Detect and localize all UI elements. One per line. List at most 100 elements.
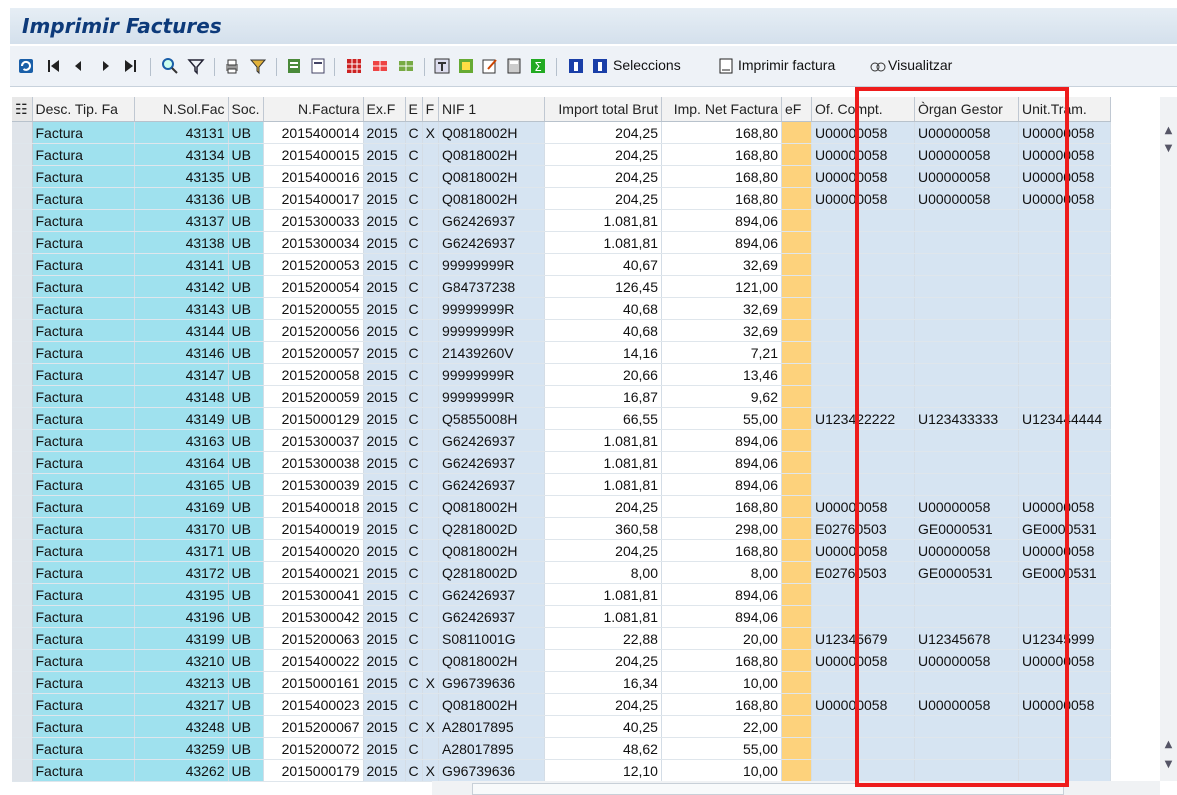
table-cell[interactable]: 22,88 [544, 627, 662, 650]
table-row[interactable]: Factura 43147 UB 2015200058 2015 C 99999999R 20… [12, 363, 1111, 386]
table-cell[interactable]: UB [228, 715, 264, 738]
table-cell[interactable] [1018, 473, 1111, 496]
table-cell[interactable]: 21439260V [438, 341, 545, 364]
table-cell[interactable]: Factura [32, 495, 135, 518]
table-cell[interactable]: 2015 [363, 429, 406, 452]
table-cell[interactable] [422, 583, 439, 606]
table-cell[interactable]: X [422, 121, 439, 144]
table-cell[interactable]: 2015 [363, 143, 406, 166]
table-row[interactable]: Factura 43217 UB 2015400023 2015 C Q0818002H 20… [12, 693, 1111, 716]
table-cell[interactable]: UB [228, 121, 264, 144]
row-selector[interactable] [12, 561, 33, 584]
table-cell[interactable]: Factura [32, 759, 135, 782]
table-cell[interactable] [781, 253, 812, 276]
table-cell[interactable]: U123444444 [1018, 407, 1111, 430]
table-cell[interactable]: U00000058 [914, 187, 1019, 210]
table-cell[interactable]: U00000058 [811, 539, 915, 562]
subtotal-icon[interactable] [432, 56, 452, 76]
table-row[interactable]: Factura 43199 UB 2015200063 2015 C S0811001G 22… [12, 627, 1111, 650]
table-cell[interactable]: Q0818002H [438, 539, 545, 562]
table-cell[interactable]: G62426937 [438, 583, 545, 606]
table-cell[interactable]: C [405, 693, 423, 716]
table-cell[interactable]: 99999999R [438, 297, 545, 320]
table-cell[interactable]: 2015 [363, 715, 406, 738]
table-cell[interactable]: UB [228, 605, 264, 628]
table-cell[interactable]: Q0818002H [438, 143, 545, 166]
table-cell[interactable] [1018, 583, 1111, 606]
table-cell[interactable]: 2015 [363, 121, 406, 144]
table-cell[interactable]: 2015400022 [263, 649, 364, 672]
table-cell[interactable] [1018, 671, 1111, 694]
table-cell[interactable]: 168,80 [661, 121, 782, 144]
column-header[interactable]: NIF 1 [438, 97, 545, 122]
column-header[interactable]: E [405, 97, 423, 122]
table-cell[interactable] [781, 671, 812, 694]
last-page-icon[interactable] [120, 56, 140, 76]
table-row[interactable]: Factura 43248 UB 2015200067 2015 C X A28017895 4… [12, 715, 1111, 738]
table-cell[interactable]: UB [228, 517, 264, 540]
table-cell[interactable]: C [405, 561, 423, 584]
table-cell[interactable] [781, 429, 812, 452]
table-row[interactable]: Factura 43195 UB 2015300041 2015 C G62426937 1.… [12, 583, 1111, 606]
table-cell[interactable] [1018, 319, 1111, 342]
table-cell[interactable]: U00000058 [811, 187, 915, 210]
table-cell[interactable]: U00000058 [914, 121, 1019, 144]
row-selector[interactable] [12, 275, 33, 298]
table-row[interactable]: Factura 43141 UB 2015200053 2015 C 99999999R 40… [12, 253, 1111, 276]
sum-icon[interactable]: Σ [528, 56, 548, 76]
table-cell[interactable] [781, 627, 812, 650]
table-cell[interactable] [422, 297, 439, 320]
table-cell[interactable] [781, 385, 812, 408]
table-cell[interactable]: 2015000161 [263, 671, 364, 694]
edit-icon[interactable] [480, 56, 500, 76]
table-cell[interactable]: U00000058 [914, 649, 1019, 672]
table-row[interactable]: Factura 43149 UB 2015000129 2015 C Q5855008H 66… [12, 407, 1111, 430]
row-selector[interactable] [12, 671, 33, 694]
table-cell[interactable] [1018, 231, 1111, 254]
table-cell[interactable]: C [405, 341, 423, 364]
table-cell[interactable] [781, 583, 812, 606]
table-cell[interactable] [811, 341, 915, 364]
table-cell[interactable]: 43199 [134, 627, 229, 650]
table-row[interactable]: Factura 43137 UB 2015300033 2015 C G62426937 1.… [12, 209, 1111, 232]
table-cell[interactable]: 43213 [134, 671, 229, 694]
table-cell[interactable]: 168,80 [661, 143, 782, 166]
table-cell[interactable] [1018, 715, 1111, 738]
table-cell[interactable] [811, 605, 915, 628]
table-cell[interactable] [781, 231, 812, 254]
table-row[interactable]: Factura 43165 UB 2015300039 2015 C G62426937 1.… [12, 473, 1111, 496]
table-cell[interactable] [1018, 363, 1111, 386]
table-cell[interactable] [811, 473, 915, 496]
table-cell[interactable]: C [405, 363, 423, 386]
table-cell[interactable]: 2015300038 [263, 451, 364, 474]
table-cell[interactable]: 2015 [363, 253, 406, 276]
table-cell[interactable] [811, 451, 915, 474]
table-cell[interactable] [811, 671, 915, 694]
table-cell[interactable] [422, 451, 439, 474]
table-cell[interactable]: 2015 [363, 627, 406, 650]
table-cell[interactable] [1018, 605, 1111, 628]
table-cell[interactable]: 43142 [134, 275, 229, 298]
table-cell[interactable]: C [405, 451, 423, 474]
table-cell[interactable]: Factura [32, 517, 135, 540]
table-cell[interactable]: 43146 [134, 341, 229, 364]
table-row[interactable]: Factura 43169 UB 2015400018 2015 C Q0818002H 20… [12, 495, 1111, 518]
table-cell[interactable]: Factura [32, 715, 135, 738]
table-cell[interactable]: U00000058 [914, 143, 1019, 166]
table-cell[interactable]: Factura [32, 363, 135, 386]
table-cell[interactable]: Q2818002D [438, 517, 545, 540]
row-selector[interactable] [12, 539, 33, 562]
export-icon[interactable] [284, 56, 304, 76]
table-cell[interactable]: 32,69 [661, 319, 782, 342]
table-cell[interactable]: 43131 [134, 121, 229, 144]
layout-change-icon[interactable] [370, 56, 390, 76]
row-selector[interactable] [12, 473, 33, 496]
table-cell[interactable] [422, 737, 439, 760]
table-cell[interactable]: C [405, 539, 423, 562]
table-cell[interactable] [781, 165, 812, 188]
row-selector[interactable] [12, 517, 33, 540]
table-cell[interactable]: 894,06 [661, 605, 782, 628]
table-cell[interactable]: UB [228, 693, 264, 716]
table-cell[interactable] [422, 209, 439, 232]
table-cell[interactable]: U12345679 [811, 627, 915, 650]
